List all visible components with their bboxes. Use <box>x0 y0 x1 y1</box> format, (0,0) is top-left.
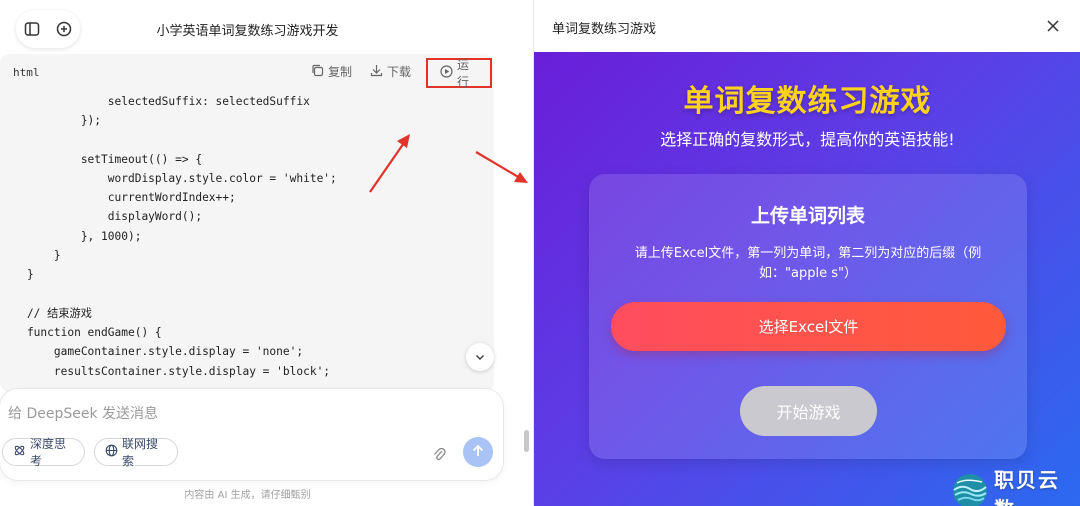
code-language-label: html <box>13 66 40 79</box>
preview-panel: 单词复数练习游戏 单词复数练习游戏 选择正确的复数形式，提高你的英语技能! 上传… <box>533 0 1080 506</box>
message-input-box: 给 DeepSeek 发送消息 深度思考 联网搜索 <box>0 389 503 480</box>
preview-title: 单词复数练习游戏 <box>552 22 657 37</box>
copy-icon <box>311 64 324 80</box>
copy-label: 复制 <box>328 65 353 79</box>
run-label: 运行 <box>457 58 470 89</box>
code-line: } <box>0 249 61 262</box>
chevron-down-icon <box>474 348 486 367</box>
web-search-toggle[interactable]: 联网搜索 <box>94 437 178 468</box>
upload-card: 上传单词列表 请上传Excel文件，第一列为单词，第二列为对应的后缀（例如："a… <box>589 174 1027 459</box>
download-button[interactable]: 下载 <box>370 63 411 80</box>
code-line: gameContainer.style.display = 'none'; <box>0 345 304 358</box>
watermark: 职贝云数 <box>952 464 1080 506</box>
attach-icon[interactable] <box>430 445 448 463</box>
code-line: resultsContainer.style.display = 'block'… <box>0 365 331 378</box>
upload-card-description: 请上传Excel文件，第一列为单词，第二列为对应的后缀（例如："apple s"… <box>634 246 982 281</box>
code-line: selectedSuffix: selectedSuffix <box>0 95 310 108</box>
message-input[interactable]: 给 DeepSeek 发送消息 <box>8 403 158 423</box>
game-preview: 单词复数练习游戏 选择正确的复数形式，提高你的英语技能! 上传单词列表 请上传E… <box>534 52 1080 506</box>
arrow-up-icon <box>471 443 485 462</box>
code-line: }, 1000); <box>0 230 142 243</box>
code-line: } <box>0 268 34 281</box>
scrollbar[interactable] <box>524 430 529 452</box>
download-label: 下载 <box>387 65 412 79</box>
code-header: html 复制 下载 运行 <box>0 54 494 90</box>
chat-panel: 小学英语单词复数练习游戏开发 html 复制 下载 运行 selectedSuf… <box>0 0 532 506</box>
web-search-label: 联网搜索 <box>122 437 159 468</box>
watermark-text: 职贝云数 <box>994 468 1060 506</box>
watermark-logo-icon <box>952 473 988 506</box>
copy-button[interactable]: 复制 <box>311 63 352 80</box>
code-line: }); <box>0 114 102 127</box>
game-subtitle: 选择正确的复数形式，提高你的英语技能! <box>660 130 955 149</box>
close-icon[interactable] <box>1043 16 1063 36</box>
scroll-down-button[interactable] <box>466 343 494 371</box>
choose-excel-button[interactable]: 选择Excel文件 <box>611 302 1006 351</box>
deep-think-icon <box>13 444 26 460</box>
preview-header: 单词复数练习游戏 <box>534 0 1080 52</box>
game-title: 单词复数练习游戏 <box>683 84 932 119</box>
code-line: displayWord(); <box>0 210 203 223</box>
download-icon <box>370 64 383 80</box>
code-line: currentWordIndex++; <box>0 191 236 204</box>
chat-title: 小学英语单词复数练习游戏开发 <box>156 24 339 39</box>
run-button[interactable]: 运行 <box>426 58 492 89</box>
play-icon <box>440 65 453 81</box>
send-button[interactable] <box>463 437 493 467</box>
code-line: // 结束游戏 <box>0 307 92 320</box>
code-block: html 复制 下载 运行 selectedSuffix: selectedSu… <box>0 54 494 392</box>
code-line: wordDisplay.style.color = 'white'; <box>0 172 337 185</box>
globe-icon <box>105 444 118 460</box>
deep-think-label: 深度思考 <box>30 437 67 468</box>
deep-think-toggle[interactable]: 深度思考 <box>2 437 85 468</box>
code-line: setTimeout(() => { <box>0 153 203 166</box>
start-game-button[interactable]: 开始游戏 <box>740 386 877 436</box>
ai-disclaimer: 内容由 AI 生成，请仔细甄别 <box>184 490 311 501</box>
code-line: function endGame() { <box>0 326 162 339</box>
upload-card-title: 上传单词列表 <box>750 205 865 227</box>
